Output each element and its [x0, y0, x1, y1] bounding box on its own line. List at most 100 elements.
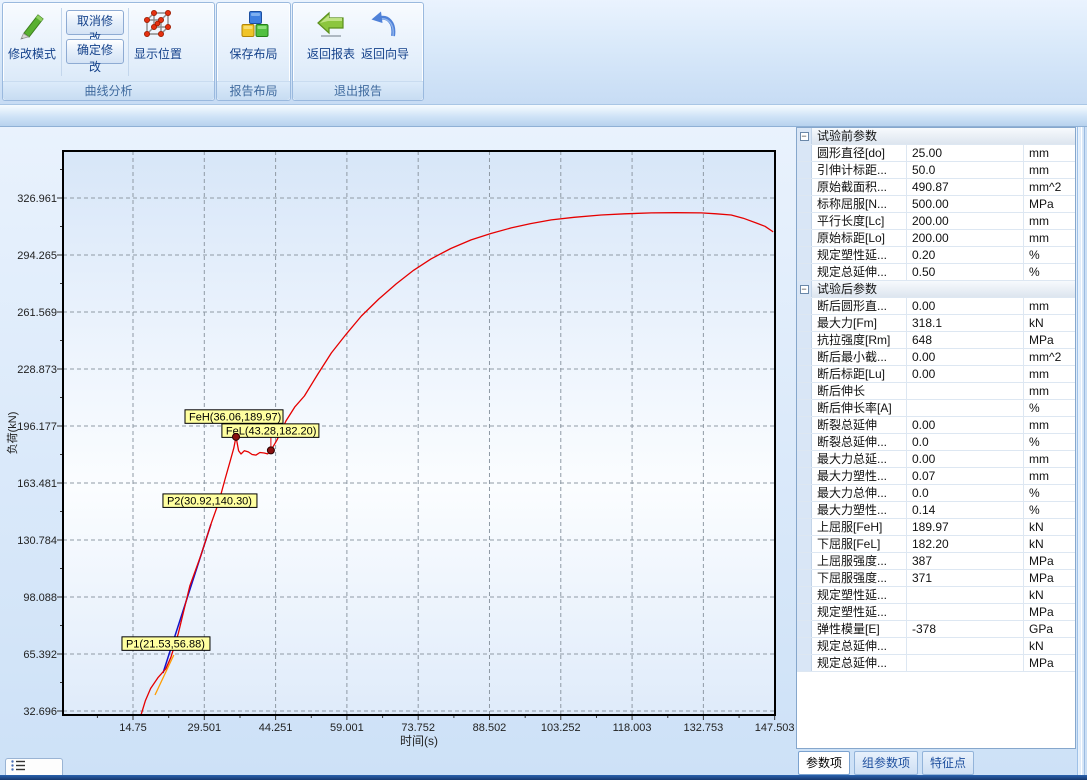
param-row[interactable]: 规定塑性延...0.20%: [797, 247, 1075, 264]
param-row[interactable]: 断后圆形直...0.00mm: [797, 298, 1075, 315]
svg-text:294.265: 294.265: [17, 250, 57, 262]
param-row[interactable]: 最大力[Fm]318.1kN: [797, 315, 1075, 332]
modify-mode-button[interactable]: 修改模式: [5, 4, 59, 80]
svg-text:98.088: 98.088: [23, 592, 57, 604]
param-value: 371: [907, 570, 1024, 586]
param-value: 490.87: [907, 179, 1024, 195]
param-row[interactable]: 断后伸长mm: [797, 383, 1075, 400]
svg-text:163.481: 163.481: [17, 478, 57, 490]
param-group-header[interactable]: −试验前参数: [797, 128, 1075, 145]
param-row[interactable]: 原始截面积...490.87mm^2: [797, 179, 1075, 196]
parameter-panel: −试验前参数圆形直径[do]25.00mm引伸计标距...50.0mm原始截面积…: [796, 127, 1076, 775]
param-value: 50.0: [907, 162, 1024, 178]
param-value: [907, 638, 1024, 654]
param-unit: %: [1024, 502, 1075, 518]
row-gutter: [797, 213, 812, 229]
param-row[interactable]: 最大力总延...0.00mm: [797, 451, 1075, 468]
svg-text:59.001: 59.001: [330, 722, 364, 734]
param-row[interactable]: 标称屈服[N...500.00MPa: [797, 196, 1075, 213]
row-gutter: [797, 502, 812, 518]
param-row[interactable]: 规定总延伸... MPa: [797, 655, 1075, 672]
param-name: 最大力塑性...: [812, 468, 907, 484]
param-name: 断后最小截...: [812, 349, 907, 365]
ribbon-group-report-layout: 保存布局 报告布局: [216, 2, 291, 101]
param-unit: mm: [1024, 213, 1075, 229]
ribbon-group-label: 曲线分析: [3, 81, 214, 100]
param-unit: %: [1024, 264, 1075, 280]
collapse-icon[interactable]: −: [800, 285, 809, 294]
param-row[interactable]: 抗拉强度[Rm]648MPa: [797, 332, 1075, 349]
window-bottom-border: [0, 775, 1087, 780]
param-row[interactable]: 最大力塑性...0.14%: [797, 502, 1075, 519]
row-gutter: −: [797, 281, 812, 297]
row-gutter: [797, 366, 812, 382]
param-row[interactable]: 圆形直径[do]25.00mm: [797, 145, 1075, 162]
svg-text:FeH(36.06,189.97): FeH(36.06,189.97): [189, 411, 281, 423]
param-value: 387: [907, 553, 1024, 569]
param-row[interactable]: 上屈服[FeH]189.97kN: [797, 519, 1075, 536]
param-unit: kN: [1024, 638, 1075, 654]
save-layout-button[interactable]: 保存布局: [226, 4, 280, 80]
ribbon-bottom-band: [0, 105, 1087, 127]
param-unit: mm: [1024, 162, 1075, 178]
param-row[interactable]: 平行长度[Lc]200.00mm: [797, 213, 1075, 230]
tab-param-items[interactable]: 参数项: [798, 751, 850, 775]
row-gutter: [797, 468, 812, 484]
param-row[interactable]: 下屈服强度...371MPa: [797, 570, 1075, 587]
param-row[interactable]: 断后标距[Lu]0.00mm: [797, 366, 1075, 383]
tab-feature-points[interactable]: 特征点: [922, 751, 974, 775]
param-group-header[interactable]: −试验后参数: [797, 281, 1075, 298]
param-row[interactable]: 弹性模量[E]-378GPa: [797, 621, 1075, 638]
param-row[interactable]: 规定总延伸...0.50%: [797, 264, 1075, 281]
show-position-button[interactable]: 显示位置: [131, 4, 185, 80]
row-gutter: [797, 162, 812, 178]
param-row[interactable]: 断后伸长率[A]%: [797, 400, 1075, 417]
param-row[interactable]: 规定塑性延...kN: [797, 587, 1075, 604]
curve-list-tab[interactable]: [5, 758, 63, 776]
row-gutter: [797, 553, 812, 569]
row-gutter: [797, 247, 812, 263]
row-gutter: [797, 349, 812, 365]
back-to-report-button[interactable]: 返回报表: [304, 4, 358, 80]
param-row[interactable]: 上屈服强度...387MPa: [797, 553, 1075, 570]
param-row[interactable]: 规定总延伸...kN: [797, 638, 1075, 655]
row-gutter: [797, 315, 812, 331]
param-row[interactable]: 下屈服[FeL]182.20kN: [797, 536, 1075, 553]
collapse-icon[interactable]: −: [800, 132, 809, 141]
svg-text:261.569: 261.569: [17, 307, 57, 319]
row-gutter: [797, 621, 812, 637]
cancel-modify-button[interactable]: 取消修改: [66, 10, 124, 35]
param-row[interactable]: 规定塑性延...MPa: [797, 604, 1075, 621]
param-unit: MPa: [1024, 655, 1075, 671]
param-value: 0.0: [907, 485, 1024, 501]
param-value: 318.1: [907, 315, 1024, 331]
param-value: 0.00: [907, 366, 1024, 382]
svg-text:118.003: 118.003: [613, 722, 652, 734]
param-row[interactable]: 最大力塑性...0.07mm: [797, 468, 1075, 485]
param-row[interactable]: 断裂总延伸0.00mm: [797, 417, 1075, 434]
param-row[interactable]: 最大力总伸...0.0%: [797, 485, 1075, 502]
param-value: 0.00: [907, 417, 1024, 433]
param-row[interactable]: 原始标距[Lo]200.00mm: [797, 230, 1075, 247]
param-value: 200.00: [907, 230, 1024, 246]
param-value: 0.00: [907, 451, 1024, 467]
undo-arrow-icon: [368, 8, 402, 42]
ribbon-group-exit-report: 返回报表 返回向导 退出报告: [292, 2, 424, 101]
row-gutter: [797, 485, 812, 501]
right-splitter[interactable]: [1077, 127, 1087, 775]
confirm-modify-button[interactable]: 确定修改: [66, 39, 124, 64]
tab-group-param-items[interactable]: 组参数项: [854, 751, 918, 775]
param-name: 规定总延伸...: [812, 655, 907, 671]
param-name: 下屈服强度...: [812, 570, 907, 586]
param-value: 0.20: [907, 247, 1024, 263]
back-to-wizard-button[interactable]: 返回向导: [358, 4, 412, 80]
param-row[interactable]: 断后最小截...0.00mm^2: [797, 349, 1075, 366]
svg-text:32.696: 32.696: [23, 706, 57, 718]
param-name: 规定塑性延...: [812, 587, 907, 603]
param-value: 0.00: [907, 349, 1024, 365]
param-row[interactable]: 断裂总延伸...0.0%: [797, 434, 1075, 451]
row-gutter: [797, 179, 812, 195]
row-gutter: [797, 638, 812, 654]
application-window: 修改模式 取消修改 确定修改: [0, 0, 1087, 780]
param-row[interactable]: 引伸计标距...50.0mm: [797, 162, 1075, 179]
